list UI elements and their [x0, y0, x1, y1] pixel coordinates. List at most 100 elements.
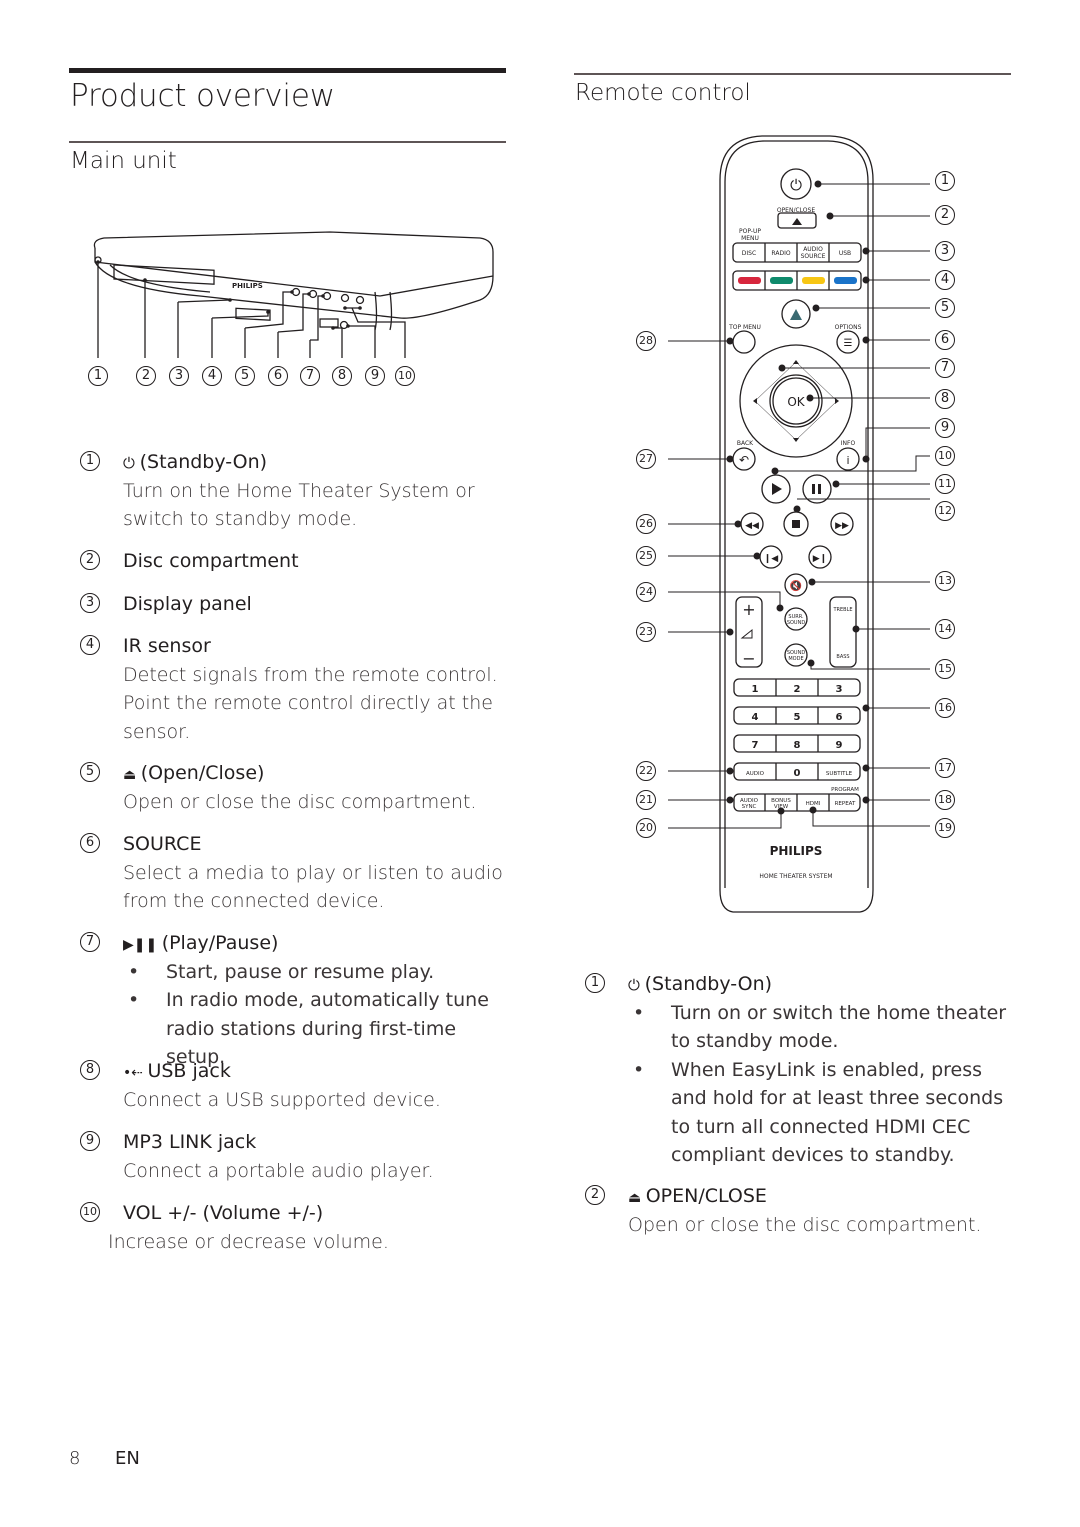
digit-6-button: 6 — [836, 712, 843, 723]
callout-3: 3 — [169, 366, 189, 386]
callout-r9: 9 — [935, 418, 955, 438]
surr-sound-button: SURR. — [788, 614, 804, 620]
callout-8: 8 — [332, 366, 352, 386]
main-unit-diagram: PHILIPS — [93, 231, 494, 358]
callout-r15: 15 — [935, 659, 955, 679]
fast-forward-icon: ▶▶ — [835, 521, 849, 531]
volume-up-icon: + — [742, 600, 755, 619]
digit-5-button: 5 — [794, 712, 801, 723]
next-icon: ▶❙ — [813, 554, 827, 564]
digit-7-button: 7 — [752, 740, 759, 751]
options-label: OPTIONS — [835, 324, 862, 331]
digit-8-button: 8 — [794, 740, 801, 751]
usb-icon: •⇠ — [123, 1065, 148, 1081]
sound-mode-label-2: MODE — [788, 656, 803, 662]
language-code: EN — [115, 1448, 140, 1469]
play-pause-icon: ▶❚❚ — [123, 937, 162, 953]
callout-2: 2 — [136, 366, 156, 386]
bonus-view-button: BONUS — [771, 798, 791, 804]
audio-sync-button: AUDIO — [740, 798, 759, 804]
digit-0-button: 0 — [794, 768, 801, 779]
volume-down-icon: − — [742, 649, 755, 668]
back-label: BACK — [737, 440, 754, 447]
back-icon: ↶ — [739, 453, 749, 467]
main-unit-item-2: 2 Disc compartment — [80, 547, 510, 576]
callout-r7: 7 — [935, 358, 955, 378]
callout-r14: 14 — [935, 619, 955, 639]
yellow-key — [802, 277, 825, 284]
eject-icon: ⏏ — [123, 767, 141, 783]
main-unit-item-4: 4 IR sensor Detect signals from the remot… — [80, 632, 510, 746]
remote-product-label: HOME THEATER SYSTEM — [759, 873, 832, 880]
options-icon: ☰ — [844, 338, 853, 349]
hdmi-button: HDMI — [806, 801, 821, 807]
audio-source-button: AUDIO — [803, 246, 823, 253]
popup-menu-label-2: MENU — [741, 235, 759, 242]
program-label: PROGRAM — [831, 787, 859, 793]
title-rule — [69, 68, 506, 73]
eject-icon: ⏏ — [628, 1190, 646, 1206]
ok-button: OK — [787, 395, 805, 409]
top-menu-label: TOP MENU — [728, 324, 761, 331]
power-icon: ⏻ — [628, 976, 645, 994]
main-unit-item-3: 3 Display panel — [80, 590, 510, 619]
callout-1: 1 — [88, 366, 108, 386]
radio-button: RADIO — [771, 250, 790, 257]
callout-r12: 12 — [935, 501, 955, 521]
callout-r13: 13 — [935, 571, 955, 591]
page-title: Product overview — [70, 78, 335, 114]
unit-brand-label: PHILIPS — [232, 282, 263, 290]
info-icon: i — [846, 454, 849, 467]
remote-item-1: 1⏻ (Standby-On) Turn on or switch the ho… — [585, 970, 1015, 1170]
digit-4-button: 4 — [752, 712, 759, 723]
pause-icon — [812, 484, 815, 494]
main-unit-item-9: 9 MP3 LINK jack Connect a portable audio … — [80, 1128, 510, 1185]
callout-r28: 28 — [636, 331, 656, 351]
repeat-button: REPEAT — [835, 801, 856, 807]
digit-9-button: 9 — [836, 740, 843, 751]
callout-10: 10 — [395, 366, 415, 386]
blue-key — [834, 277, 857, 284]
bass-label: BASS — [836, 654, 849, 660]
callout-r20: 20 — [636, 818, 656, 838]
callout-r24: 24 — [636, 582, 656, 602]
red-key — [738, 277, 761, 284]
mute-icon: 🔇 — [790, 579, 802, 592]
main-unit-item-8: 8 •⇠ USB jack Connect a USB supported dev… — [80, 1057, 510, 1114]
callout-r19: 19 — [935, 818, 955, 838]
audio-source-label-2: SOURCE — [801, 253, 826, 260]
remote-heading: Remote control — [575, 80, 751, 106]
subtitle-button: SUBTITLE — [826, 771, 853, 777]
surr-sound-label-2: SOUND — [787, 620, 806, 626]
treble-label: TREBLE — [832, 607, 852, 613]
main-unit-item-1: 1 ⏻ (Standby-On) Turn on the Home Theater… — [80, 448, 510, 534]
home-icon — [790, 309, 802, 320]
remote-brand-logo: PHILIPS — [770, 844, 823, 858]
main-unit-item-6: 6 SOURCE Select a media to play or listen… — [80, 830, 510, 916]
remote-item-2: 2 ⏏ OPEN/CLOSE Open or close the disc com… — [585, 1182, 1015, 1239]
callout-9: 9 — [365, 366, 385, 386]
open-close-label: OPEN/CLOSE — [777, 207, 815, 214]
green-key — [770, 277, 793, 284]
usb-button: USB — [839, 250, 851, 257]
main-unit-item-10: 10 VOL +/- (Volume +/-) Increase or decre… — [80, 1199, 510, 1256]
callout-r27: 27 — [636, 449, 656, 469]
main-unit-item-5: 5 ⏏ (Open/Close) Open or close the disc c… — [80, 759, 510, 816]
volume-icon — [740, 628, 753, 639]
power-icon: ⏻ — [790, 176, 802, 194]
info-label: INFO — [841, 440, 856, 447]
audio-button: AUDIO — [746, 771, 765, 777]
rewind-icon: ◀◀ — [745, 521, 759, 531]
section-rule — [69, 141, 506, 143]
callout-r11: 11 — [935, 474, 955, 494]
callout-r25: 25 — [636, 546, 656, 566]
callout-r4: 4 — [935, 270, 955, 290]
digit-2-button: 2 — [794, 684, 801, 695]
power-icon: ⏻ — [123, 454, 140, 472]
callout-r21: 21 — [636, 790, 656, 810]
previous-icon: ❙◀ — [764, 554, 779, 564]
callout-6: 6 — [268, 366, 288, 386]
callout-r10: 10 — [935, 446, 955, 466]
callout-r18: 18 — [935, 790, 955, 810]
digit-3-button: 3 — [836, 684, 843, 695]
